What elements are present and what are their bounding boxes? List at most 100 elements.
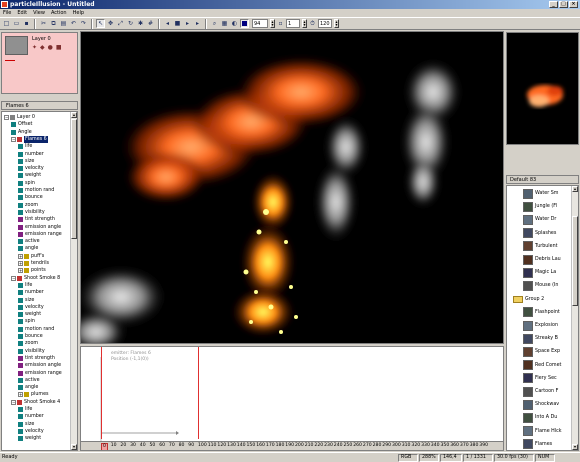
preview-window[interactable] — [506, 32, 579, 145]
frame-field[interactable]: 1 — [286, 19, 300, 28]
tree-node[interactable]: + tendrils — [18, 260, 49, 267]
tree-node[interactable]: visibility — [18, 209, 45, 216]
tree-node[interactable]: weight — [18, 435, 41, 442]
smoke-emitter-left[interactable] — [81, 267, 166, 344]
save-icon[interactable]: ▪ — [22, 19, 31, 28]
tree-node[interactable]: + plumes — [18, 391, 49, 398]
select-icon[interactable]: ↖ — [96, 19, 105, 28]
tree-node[interactable]: + puff's — [18, 253, 44, 260]
tree-node[interactable]: life — [18, 406, 32, 413]
tree-node[interactable]: velocity — [18, 304, 44, 311]
scroll-thumb[interactable] — [572, 216, 578, 306]
tree-node[interactable]: emission range — [18, 231, 62, 238]
tree-node[interactable]: tint strength — [18, 355, 55, 362]
tree-node[interactable]: velocity — [18, 165, 44, 172]
expand-icon[interactable]: + — [18, 261, 23, 266]
new-icon[interactable]: □ — [2, 19, 11, 28]
menu-help[interactable]: Help — [73, 9, 84, 17]
tree-node[interactable]: number — [18, 289, 44, 296]
tree-node[interactable]: − Shoot Smoke 8 — [11, 275, 60, 282]
stop-icon[interactable]: ■ — [173, 19, 182, 28]
record-icon[interactable]: ■ — [56, 44, 62, 51]
tree-node[interactable]: number — [18, 413, 44, 420]
layer-thumbnail[interactable] — [5, 36, 28, 55]
tree-node[interactable]: angle — [18, 384, 38, 391]
menu-view[interactable]: View — [33, 9, 45, 17]
alpha-icon[interactable]: ◐ — [230, 19, 239, 28]
library-item[interactable]: Jungle (Fl — [523, 201, 557, 212]
tree-node[interactable]: zoom — [18, 340, 38, 347]
library-item[interactable]: Splashes — [523, 228, 556, 239]
tree-node[interactable]: spin — [18, 318, 35, 325]
render-icon[interactable]: ▦ — [220, 19, 229, 28]
tree-node[interactable]: spin — [18, 180, 35, 187]
tree-node[interactable]: Offset — [11, 121, 32, 128]
fps-spinner[interactable]: ▴ ▾ — [334, 19, 339, 28]
tree-node[interactable]: emission range — [18, 370, 62, 377]
tree-node[interactable]: Angle — [11, 129, 32, 136]
tree-node[interactable]: number — [18, 151, 44, 158]
stage-viewport[interactable] — [80, 31, 504, 344]
tree-node[interactable]: size — [18, 158, 34, 165]
library-item[interactable]: Flame Hlck — [523, 426, 562, 437]
maximize-button[interactable]: □ — [559, 1, 568, 8]
close-button[interactable]: × — [569, 1, 578, 8]
collapse-icon[interactable]: − — [11, 399, 16, 405]
undo-icon[interactable]: ↶ — [69, 19, 78, 28]
library-item[interactable]: Cartoon F — [523, 386, 558, 397]
library-scrollbar[interactable]: ▴ ▾ — [571, 186, 578, 450]
library-item[interactable]: Explosion — [523, 320, 558, 331]
frame-spinner[interactable]: ▴ ▾ — [302, 19, 307, 28]
tree-node[interactable]: emission angle — [18, 224, 61, 231]
library-item[interactable]: Fiery Sec — [523, 373, 557, 384]
visible-icon[interactable]: ✦ — [32, 44, 37, 51]
library-group[interactable]: Group 2 — [513, 294, 544, 305]
menu-file[interactable]: File — [3, 9, 11, 17]
tree-node[interactable]: angle — [18, 245, 38, 252]
collapse-icon[interactable]: − — [11, 136, 16, 142]
hierarchy-tree[interactable]: − Layer 0 Offset Angle − Flames 6 life number si… — [1, 111, 78, 451]
scroll-down-arrow[interactable]: ▾ — [572, 444, 578, 450]
hierarchy-scrollbar[interactable]: ▴ ▾ — [70, 112, 77, 450]
expand-icon[interactable]: + — [18, 392, 23, 398]
tree-node[interactable]: active — [18, 377, 40, 384]
expand-icon[interactable]: + — [18, 253, 23, 259]
library-item[interactable]: Space Exp — [523, 346, 560, 357]
copy-icon[interactable]: ⧉ — [49, 19, 58, 28]
timeline-ruler[interactable]: 0 10 20 30 40 50 60 70 80 90 100 110 120 130 140 150 160… — [81, 441, 503, 450]
tree-node[interactable]: visibility — [18, 348, 45, 355]
bg-color-icon[interactable] — [240, 19, 249, 28]
timeline-graph[interactable] — [81, 347, 504, 443]
open-icon[interactable]: ▭ — [12, 19, 21, 28]
forward-icon[interactable]: ▸ — [193, 19, 202, 28]
tree-node[interactable]: size — [18, 421, 34, 428]
minimize-button[interactable]: _ — [549, 1, 558, 8]
tree-node[interactable]: emission angle — [18, 362, 61, 369]
tree-node[interactable]: motion rand — [18, 187, 54, 194]
timeline-panel[interactable]: emitter: Flames 6 Position (-1,1(0)) 0 10… — [80, 346, 504, 451]
scroll-thumb[interactable] — [71, 119, 77, 239]
tree-node[interactable]: size — [18, 297, 34, 304]
rotate-icon[interactable]: ↻ — [126, 19, 135, 28]
layers-panel[interactable]: Layer 0 ✦ ◆ ● ■ — [1, 32, 78, 94]
tree-node[interactable]: life — [18, 143, 32, 150]
smoke-emitter-middle[interactable] — [316, 117, 366, 242]
library-item[interactable]: Magic La — [523, 267, 556, 278]
tree-node[interactable]: − Shoot Smoke 4 — [11, 399, 60, 406]
library-item[interactable]: Mouse (In — [523, 280, 558, 291]
tree-node[interactable]: − Flames 6 — [11, 135, 48, 143]
rewind-icon[interactable]: ◂ — [163, 19, 172, 28]
tree-node[interactable]: weight — [18, 311, 41, 318]
grid-icon[interactable]: # — [146, 19, 155, 28]
move-icon[interactable]: ✥ — [106, 19, 115, 28]
tree-node[interactable]: tint strength — [18, 216, 55, 223]
play-icon[interactable]: ▸ — [183, 19, 192, 28]
app-icon[interactable] — [1, 1, 8, 8]
scroll-up-arrow[interactable]: ▴ — [71, 112, 77, 118]
library-item[interactable]: Debris Lau — [523, 254, 561, 265]
scale-icon[interactable]: ⤢ — [116, 19, 125, 28]
cut-icon[interactable]: ✂ — [39, 19, 48, 28]
solo-icon[interactable]: ● — [48, 44, 53, 51]
library-item[interactable]: Water Sm — [523, 188, 558, 199]
emitter-icon[interactable]: ✱ — [136, 19, 145, 28]
